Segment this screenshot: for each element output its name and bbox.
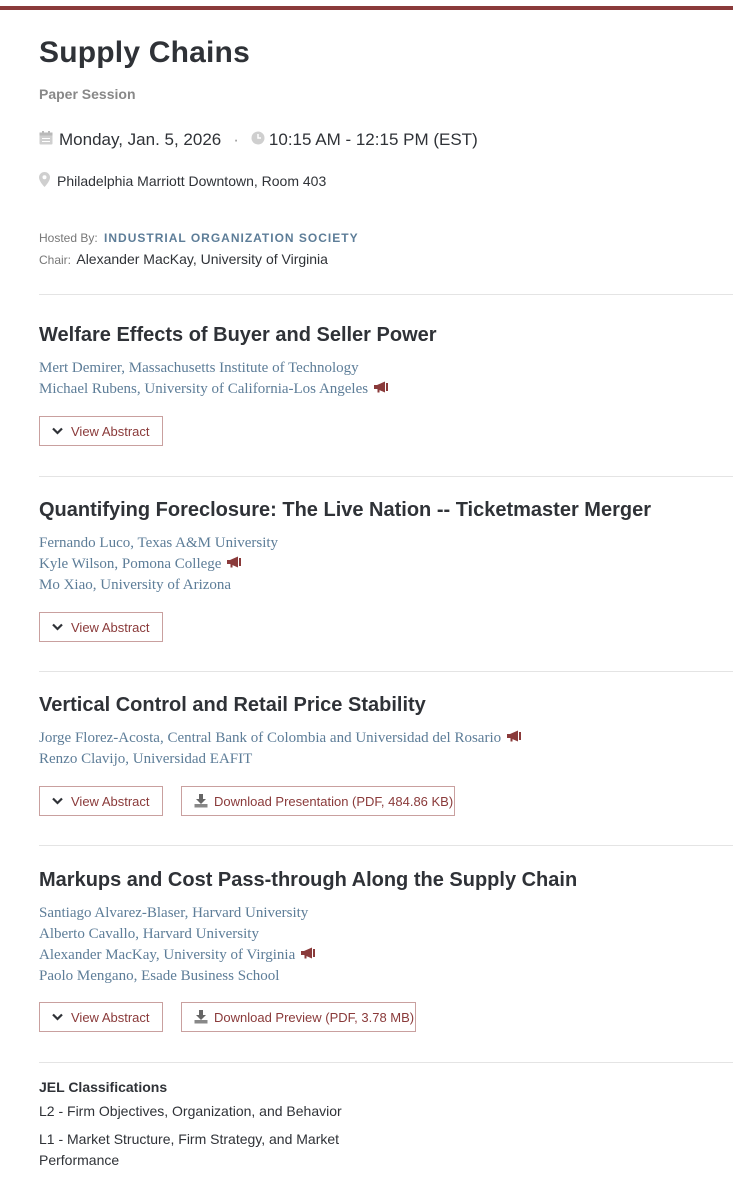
paper-title: Welfare Effects of Buyer and Seller Powe… <box>39 324 437 346</box>
author-name: Michael Rubens, University of California… <box>39 381 369 397</box>
paper-title: Markups and Cost Pass-through Along the … <box>39 869 578 891</box>
view-abstract-button[interactable]: View Abstract <box>39 1002 163 1032</box>
author-link[interactable]: Renzo Clavijo, Universidad EAFIT <box>39 749 522 770</box>
view-abstract-button[interactable]: View Abstract <box>39 786 163 816</box>
paper-authors: Santiago Alvarez-Blaser, Harvard Univers… <box>39 903 316 987</box>
session-location: Philadelphia Marriott Downtown, Room 403 <box>39 172 326 190</box>
author-link[interactable]: Alberto Cavallo, Harvard University <box>39 924 316 945</box>
divider <box>39 671 733 672</box>
download-icon <box>194 794 208 808</box>
session-type: Paper Session <box>39 86 136 102</box>
hosted-by-label: Hosted By: <box>39 231 98 245</box>
paper-authors: Jorge Florez-Acosta, Central Bank of Col… <box>39 728 522 770</box>
view-abstract-label: View Abstract <box>71 1009 150 1025</box>
hosted-by: Hosted By: INDUSTRIAL ORGANIZATION SOCIE… <box>39 231 359 245</box>
author-link[interactable]: Jorge Florez-Acosta, Central Bank of Col… <box>39 728 522 749</box>
paper-authors: Fernando Luco, Texas A&M University Kyle… <box>39 533 278 596</box>
chevron-down-icon <box>52 1013 63 1021</box>
author-name: Paolo Mengano, Esade Business School <box>39 968 280 984</box>
paper-title: Vertical Control and Retail Price Stabil… <box>39 694 426 716</box>
jel-heading: JEL Classifications <box>39 1079 168 1095</box>
author-name: Santiago Alvarez-Blaser, Harvard Univers… <box>39 905 309 921</box>
author-name: Alberto Cavallo, Harvard University <box>39 926 259 942</box>
download-preview-label: Download Preview (PDF, 3.78 MB) <box>214 1009 415 1025</box>
presenter-megaphone-icon <box>373 379 389 400</box>
view-abstract-button[interactable]: View Abstract <box>39 612 163 642</box>
chair-label: Chair: <box>39 253 72 267</box>
paper-title: Quantifying Foreclosure: The Live Nation… <box>39 499 651 521</box>
presenter-megaphone-icon <box>226 554 242 575</box>
calendar-icon <box>39 130 53 150</box>
author-link[interactable]: Santiago Alvarez-Blaser, Harvard Univers… <box>39 903 316 924</box>
chevron-down-icon <box>52 427 63 435</box>
view-abstract-label: View Abstract <box>71 619 150 635</box>
author-link[interactable]: Kyle Wilson, Pomona College <box>39 554 278 575</box>
download-presentation-button[interactable]: Download Presentation (PDF, 484.86 KB) <box>181 786 455 816</box>
location-text: Philadelphia Marriott Downtown, Room 403 <box>57 173 327 189</box>
view-abstract-label: View Abstract <box>71 423 150 439</box>
author-link[interactable]: Fernando Luco, Texas A&M University <box>39 533 278 554</box>
divider <box>39 294 733 295</box>
map-pin-icon <box>39 172 50 190</box>
author-link[interactable]: Mert Demirer, Massachusetts Institute of… <box>39 358 389 379</box>
chevron-down-icon <box>52 797 63 805</box>
author-name: Mert Demirer, Massachusetts Institute of… <box>39 360 359 376</box>
session-time: 10:15 AM - 12:15 PM (EST) <box>268 130 478 149</box>
session-chair: Chair: Alexander MacKay, University of V… <box>39 251 328 267</box>
hosted-by-link[interactable]: INDUSTRIAL ORGANIZATION SOCIETY <box>104 231 359 245</box>
download-preview-button[interactable]: Download Preview (PDF, 3.78 MB) <box>181 1002 416 1032</box>
download-presentation-label: Download Presentation (PDF, 484.86 KB) <box>214 793 454 809</box>
author-name: Kyle Wilson, Pomona College <box>39 556 222 572</box>
author-name: Renzo Clavijo, Universidad EAFIT <box>39 751 253 767</box>
view-abstract-label: View Abstract <box>71 793 150 809</box>
chevron-down-icon <box>52 623 63 631</box>
session-datetime: Monday, Jan. 5, 2026 · 10:15 AM - 12:15 … <box>39 130 478 150</box>
date-time-separator: · <box>233 130 239 149</box>
presenter-megaphone-icon <box>300 945 316 966</box>
jel-classification: L2 - Firm Objectives, Organization, and … <box>39 1103 342 1119</box>
presenter-megaphone-icon <box>506 728 522 749</box>
page-title: Supply Chains <box>39 36 250 69</box>
session-date: Monday, Jan. 5, 2026 <box>59 130 222 149</box>
divider <box>39 476 733 477</box>
divider <box>39 845 733 846</box>
author-link[interactable]: Alexander MacKay, University of Virginia <box>39 945 316 966</box>
author-name: Fernando Luco, Texas A&M University <box>39 535 279 551</box>
top-accent-bar <box>0 0 733 10</box>
clock-icon <box>251 130 265 150</box>
author-name: Jorge Florez-Acosta, Central Bank of Col… <box>39 730 502 746</box>
author-name: Alexander MacKay, University of Virginia <box>39 947 296 963</box>
chair-name: Alexander MacKay, University of Virginia <box>76 251 328 267</box>
jel-classification: L1 - Market Structure, Firm Strategy, an… <box>39 1131 340 1168</box>
download-icon <box>194 1010 208 1024</box>
view-abstract-button[interactable]: View Abstract <box>39 416 163 446</box>
author-link[interactable]: Michael Rubens, University of California… <box>39 379 389 400</box>
divider <box>39 1062 733 1063</box>
author-link[interactable]: Paolo Mengano, Esade Business School <box>39 966 316 987</box>
paper-authors: Mert Demirer, Massachusetts Institute of… <box>39 358 389 400</box>
author-link[interactable]: Mo Xiao, University of Arizona <box>39 575 278 596</box>
author-name: Mo Xiao, University of Arizona <box>39 577 232 593</box>
